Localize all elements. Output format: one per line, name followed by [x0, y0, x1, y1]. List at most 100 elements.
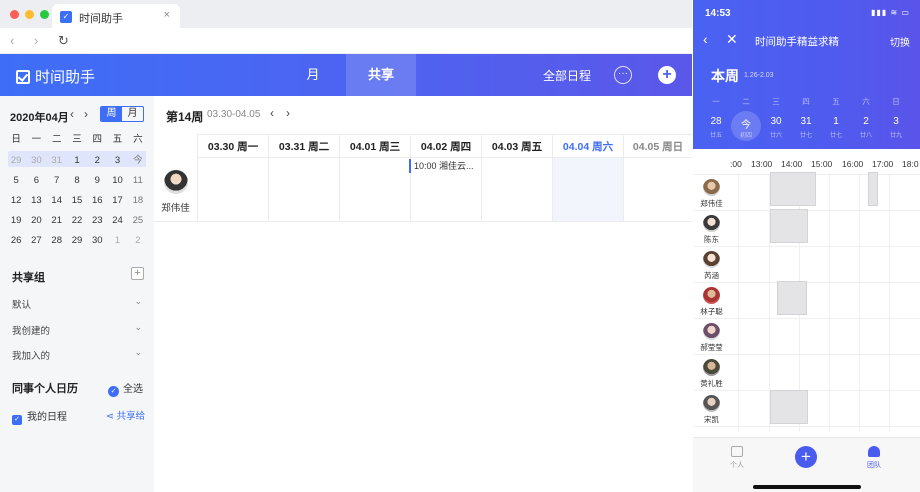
member-row[interactable]: 郝莹莹 [693, 319, 920, 355]
phone-date[interactable]: 30 [761, 116, 791, 127]
calendar-day[interactable]: 8 [67, 171, 87, 191]
phone-date[interactable]: 今 [731, 116, 761, 131]
add-button[interactable]: + [658, 66, 676, 84]
calendar-day[interactable]: 9 [87, 171, 107, 191]
close-window-button[interactable] [10, 10, 19, 19]
busy-block[interactable] [777, 281, 807, 315]
calendar-day[interactable]: 6 [26, 171, 46, 191]
calendar-day[interactable]: 24 [107, 211, 127, 231]
tab-close-icon[interactable]: × [164, 9, 170, 21]
calendar-day[interactable]: 15 [67, 191, 87, 211]
calendar-day[interactable]: 1 [67, 151, 87, 171]
day-cell[interactable] [268, 158, 339, 222]
calendar-day[interactable]: 31 [47, 151, 67, 171]
phone-date[interactable]: 31 [791, 116, 821, 127]
calendar-day[interactable]: 29 [67, 231, 87, 251]
app-logo[interactable]: 时间助手 [16, 66, 95, 87]
all-schedules-link[interactable]: 全部日程 [543, 67, 591, 84]
day-cell[interactable] [623, 158, 692, 222]
prev-week-icon[interactable]: ‹ [270, 106, 274, 120]
group-item-joined[interactable]: 我加入的 ⌄ [12, 347, 144, 362]
event-item[interactable]: 10:00 湘佳云... [409, 159, 477, 173]
back-icon[interactable]: ‹ [703, 31, 708, 47]
switch-button[interactable]: 切换 [890, 34, 910, 49]
forward-icon[interactable]: › [34, 33, 38, 48]
prev-month-icon[interactable]: ‹ [70, 107, 74, 121]
calendar-day[interactable]: 12 [6, 191, 26, 211]
calendar-day[interactable]: 今 [128, 151, 148, 171]
my-schedule-checkbox[interactable]: ✓ 我的日程 [12, 408, 67, 425]
add-group-button[interactable]: + [131, 267, 144, 280]
bottom-nav: 个人 + 团队 [693, 437, 920, 492]
day-header[interactable]: 04.03 周五 [481, 134, 552, 158]
day-header[interactable]: 04.05 周日 [623, 134, 692, 158]
calendar-day[interactable]: 5 [6, 171, 26, 191]
busy-block[interactable] [770, 390, 808, 424]
busy-block[interactable] [868, 172, 878, 206]
calendar-day[interactable]: 2 [87, 151, 107, 171]
phone-date[interactable]: 1 [821, 116, 851, 127]
calendar-day[interactable]: 18 [128, 191, 148, 211]
calendar-day[interactable]: 23 [87, 211, 107, 231]
close-icon[interactable]: ✕ [726, 31, 738, 48]
nav-team[interactable]: 团队 [861, 446, 887, 470]
member-row[interactable]: 黄礼胜 [693, 355, 920, 391]
next-week-icon[interactable]: › [286, 106, 290, 120]
phone-date[interactable]: 2 [851, 116, 881, 127]
busy-block[interactable] [770, 172, 816, 206]
day-cell[interactable] [552, 158, 623, 222]
share-to-link[interactable]: ⋖ 共享给 [106, 408, 145, 422]
calendar-day[interactable]: 3 [107, 151, 127, 171]
toggle-month[interactable]: 月 [122, 107, 143, 121]
minimize-window-button[interactable] [25, 10, 34, 19]
phone-date[interactable]: 28 [701, 116, 731, 127]
person-cell[interactable]: 郑伟佳 [154, 158, 197, 222]
next-month-icon[interactable]: › [84, 107, 88, 121]
calendar-day[interactable]: 21 [47, 211, 67, 231]
tab-month[interactable]: 月 [290, 54, 336, 96]
phone-date[interactable]: 3 [881, 116, 911, 127]
calendar-day[interactable]: 13 [26, 191, 46, 211]
calendar-day[interactable]: 26 [6, 231, 26, 251]
browser-tab[interactable]: ✓ 时间助手 × [52, 4, 180, 28]
phone-weekday: 一 [712, 97, 720, 106]
calendar-day[interactable]: 2 [128, 231, 148, 251]
calendar-day[interactable]: 19 [6, 211, 26, 231]
calendar-day[interactable]: 29 [6, 151, 26, 171]
day-cell[interactable] [481, 158, 552, 222]
calendar-day[interactable]: 30 [26, 151, 46, 171]
calendar-day[interactable]: 25 [128, 211, 148, 231]
more-button[interactable]: ··· [614, 66, 632, 84]
day-cell[interactable] [197, 158, 268, 222]
calendar-day[interactable]: 27 [26, 231, 46, 251]
day-header[interactable]: 03.31 周二 [268, 134, 339, 158]
day-header[interactable]: 04.02 周四 [410, 134, 481, 158]
add-fab-button[interactable]: + [795, 446, 817, 468]
calendar-day[interactable]: 20 [26, 211, 46, 231]
calendar-day[interactable]: 7 [47, 171, 67, 191]
calendar-day[interactable]: 14 [47, 191, 67, 211]
calendar-day[interactable]: 1 [107, 231, 127, 251]
calendar-day[interactable]: 22 [67, 211, 87, 231]
day-header[interactable]: 04.01 周三 [339, 134, 410, 158]
maximize-window-button[interactable] [40, 10, 49, 19]
busy-block[interactable] [770, 209, 808, 243]
calendar-day[interactable]: 17 [107, 191, 127, 211]
group-item-default[interactable]: 默认 ⌄ [12, 296, 144, 311]
reload-icon[interactable]: ↻ [58, 33, 69, 49]
member-row[interactable]: 芮涵 [693, 247, 920, 283]
day-header[interactable]: 03.30 周一 [197, 134, 268, 158]
calendar-day[interactable]: 28 [47, 231, 67, 251]
nav-personal[interactable]: 个人 [725, 446, 749, 470]
calendar-day[interactable]: 11 [128, 171, 148, 191]
toggle-week[interactable]: 周 [101, 107, 122, 121]
back-icon[interactable]: ‹ [10, 33, 14, 48]
day-header[interactable]: 04.04 周六 [552, 134, 623, 158]
calendar-day[interactable]: 30 [87, 231, 107, 251]
tab-share[interactable]: 共享 [346, 54, 416, 96]
group-item-created[interactable]: 我创建的 ⌄ [12, 322, 144, 337]
select-all-checkbox[interactable]: ✓ 全选 [108, 380, 143, 397]
day-cell[interactable] [339, 158, 410, 222]
calendar-day[interactable]: 10 [107, 171, 127, 191]
calendar-day[interactable]: 16 [87, 191, 107, 211]
